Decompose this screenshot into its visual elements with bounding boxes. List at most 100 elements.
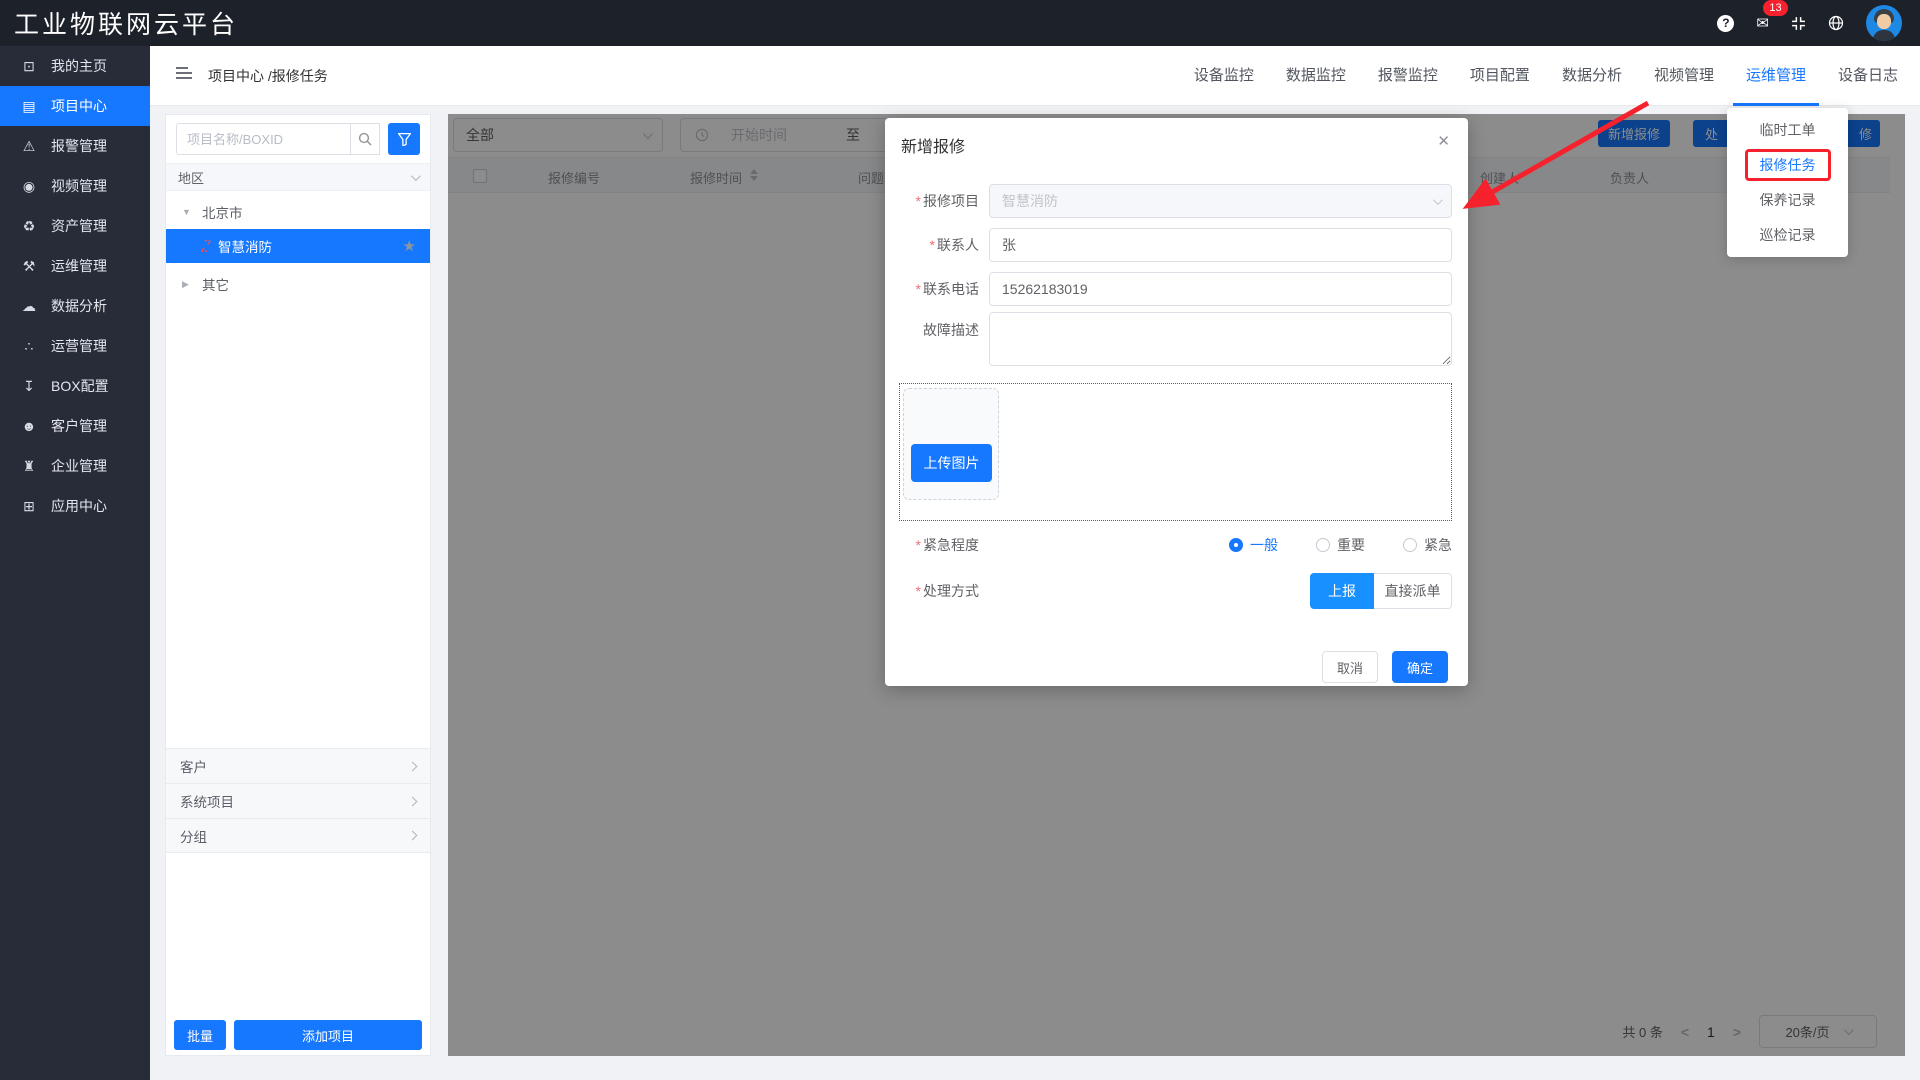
navbar: 项目中心 /报修任务 设备监控 数据监控 报警监控 项目配置 数据分析 视频管理… [150,46,1920,106]
mail-icon[interactable]: ✉ 13 [1756,14,1769,32]
sidebar-item-customer[interactable]: ☻客户管理 [0,406,150,446]
accordion-group[interactable]: 分组 [166,818,430,853]
annotation-red-frame: 报修任务 [1745,149,1831,181]
sidebar-item-project-center[interactable]: ▤项目中心 [0,86,150,126]
confirm-button[interactable]: 确定 [1392,651,1448,683]
field-phone: *联系电话 [885,272,1468,306]
chevron-right-icon [408,796,418,806]
list-icon: ▤ [20,98,38,115]
menu-item-inspection-record[interactable]: 巡检记录 [1727,217,1848,252]
users-icon: ☻ [20,418,38,434]
sidebar-item-asset[interactable]: ♻资产管理 [0,206,150,246]
camera-icon: ◉ [20,178,38,195]
wrench-icon: ⚒ [20,258,38,275]
star-icon[interactable]: ★ [403,237,416,255]
caret-expanded-icon[interactable]: ▼ [182,207,192,217]
phone-input[interactable] [989,272,1452,306]
tree-node-selected-project[interactable]: 智慧消防 ★ [166,229,430,263]
upload-image-button[interactable]: 上传图片 [911,444,992,482]
ops-dropdown-menu: 临时工单 报修任务 保养记录 巡检记录 [1727,108,1848,257]
nav-data-analysis[interactable]: 数据分析 [1562,46,1622,106]
breadcrumb: 项目中心 /报修任务 [208,46,328,106]
nav-project-config[interactable]: 项目配置 [1470,46,1530,106]
upload-dropzone[interactable]: 上传图片 [903,388,999,500]
project-tree-panel: 地区 ▼ 北京市 智慧消防 ★ ▶ 其它 客户 系统项目 分组 批量 添加项目 [165,114,431,1056]
sidebar-item-data-analysis[interactable]: ☁数据分析 [0,286,150,326]
app-title: 工业物联网云平台 [14,5,238,41]
menu-item-maintenance-record[interactable]: 保养记录 [1727,182,1848,217]
required-marker: * [916,193,921,209]
radio-important[interactable]: 重要 [1316,535,1365,555]
contact-input[interactable] [989,228,1452,262]
accordion-system-project[interactable]: 系统项目 [166,783,430,818]
chevron-right-icon [408,761,418,771]
caret-collapsed-icon[interactable]: ▶ [182,279,192,290]
modal-title: 新增报修 [901,139,965,156]
accordion-customer[interactable]: 客户 [166,748,430,783]
method-toggle-group: 上报 直接派单 [1310,573,1452,609]
desktop-icon: ⊡ [20,58,38,75]
recycle-icon: ♻ [20,218,38,235]
method-dispatch-button[interactable]: 直接派单 [1374,573,1452,609]
sidebar-item-box-config[interactable]: ↧BOX配置 [0,366,150,406]
sidebar-item-enterprise[interactable]: ♜企业管理 [0,446,150,486]
sidebar-item-operation[interactable]: ∴运营管理 [0,326,150,366]
chevron-right-icon [408,831,418,841]
upload-area: 上传图片 [899,383,1452,521]
field-urgency: *紧急程度 一般 重要 紧急 [885,535,1468,555]
close-icon[interactable]: ✕ [1437,132,1450,150]
grid-icon: ⊞ [20,498,38,515]
radio-urgent[interactable]: 紧急 [1403,535,1452,555]
top-nav: 设备监控 数据监控 报警监控 项目配置 数据分析 视频管理 运维管理 设备日志 [1194,46,1898,106]
radio-normal[interactable]: 一般 [1229,535,1278,555]
search-button[interactable] [350,123,380,155]
globe-icon[interactable] [1828,15,1844,31]
field-contact: *联系人 [885,228,1468,262]
tree-node-beijing[interactable]: ▼ 北京市 [166,197,430,227]
tree-section-region[interactable]: 地区 [166,163,430,191]
sidebar-item-app-center[interactable]: ⊞应用中心 [0,486,150,526]
search-icon [358,132,372,146]
funnel-icon [398,133,411,146]
radio-icon [1229,538,1243,552]
nav-video-mgmt[interactable]: 视频管理 [1654,46,1714,106]
chevron-down-icon [411,171,421,181]
nav-ops-mgmt[interactable]: 运维管理 [1746,46,1806,106]
tree-accordions: 客户 系统项目 分组 [166,748,430,853]
collapse-menu-icon[interactable] [176,72,192,74]
project-select[interactable]: 智慧消防 [989,184,1452,218]
help-icon[interactable]: ? [1717,15,1734,32]
sidebar-item-home[interactable]: ⊡我的主页 [0,46,150,86]
topbar-actions: ? ✉ 13 [1717,0,1902,46]
field-fault-desc: 故障描述 [885,312,1468,371]
tree-node-other[interactable]: ▶ 其它 [166,269,430,299]
search-input[interactable] [176,123,350,155]
compress-icon[interactable] [1791,16,1806,31]
nav-device-monitor[interactable]: 设备监控 [1194,46,1254,106]
modal-footer: 取消 确定 [885,651,1468,683]
chevron-down-icon [1433,195,1443,205]
panel-bottom-actions: 批量 添加项目 [174,1020,422,1050]
nav-device-log[interactable]: 设备日志 [1838,46,1898,106]
nav-data-monitor[interactable]: 数据监控 [1286,46,1346,106]
menu-item-repair-task[interactable]: 报修任务 [1727,147,1848,182]
sidebar-item-video[interactable]: ◉视频管理 [0,166,150,206]
mail-badge: 13 [1763,0,1787,16]
fault-desc-textarea[interactable] [989,312,1452,366]
add-project-button[interactable]: 添加项目 [234,1020,422,1050]
field-method: *处理方式 上报 直接派单 [885,573,1468,609]
sidebar-item-alarm[interactable]: ⚠报警管理 [0,126,150,166]
menu-item-temp-workorder[interactable]: 临时工单 [1727,112,1848,147]
sidebar-item-ops[interactable]: ⚒运维管理 [0,246,150,286]
project-search-bar [176,123,420,155]
nav-alarm-monitor[interactable]: 报警监控 [1378,46,1438,106]
cloud-icon: ☁ [20,298,38,315]
batch-button[interactable]: 批量 [174,1020,226,1050]
filter-button[interactable] [388,123,420,155]
unlink-icon [200,240,212,252]
bell-icon: ⚠ [20,138,38,155]
cancel-button[interactable]: 取消 [1322,651,1378,683]
method-report-button[interactable]: 上报 [1310,573,1374,609]
topbar: 工业物联网云平台 ? ✉ 13 [0,0,1920,46]
avatar[interactable] [1866,5,1902,41]
